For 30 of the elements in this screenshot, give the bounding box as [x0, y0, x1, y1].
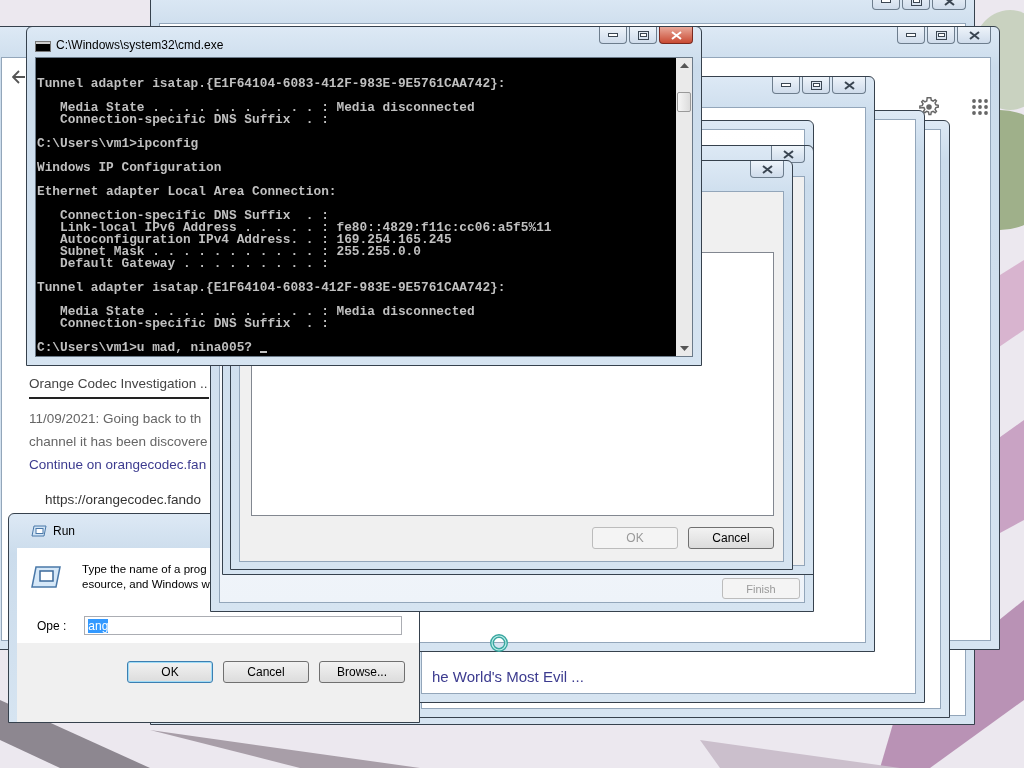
instruction-text: Type the name of a prog — [82, 562, 208, 577]
dialog-button[interactable]: Browse... — [319, 661, 405, 683]
console-line: C:\Users\vm1>u mad, nina005? — [37, 342, 253, 354]
open-label: Ope : — [37, 618, 67, 633]
url-text: https://orangecodec.fando — [45, 492, 203, 507]
console-line: Media State . . . . . . . . . . . : Media disconnected — [59, 102, 476, 114]
console-line: Media State . . . . . . . . . . . : Media disconnected — [59, 306, 476, 318]
console-line: Default Gateway . . . . . . . . . : — [59, 258, 330, 270]
console-line: Subnet Mask . . . . . . . . . . . : 255.255.0.0 — [59, 246, 422, 258]
result-title[interactable]: Orange Codec Investigation .. — [29, 376, 209, 399]
console-line: Autoconfiguration IPv4 Address. . : 169.254.165.245 — [59, 234, 453, 246]
window-title: Run — [53, 524, 75, 538]
console-line: Link-local IPv6 Address . . . . . : fe80::4829:f11c:cc06:a5f5%11 — [59, 222, 553, 234]
continue-link[interactable]: Continue on orangecodec.fan — [29, 457, 207, 472]
console-line: Ethernet adapter Local Area Connection: — [37, 186, 338, 198]
console-line: Tunnel adapter isatap.{E1F64104-6083-412F-983E-9E5761CAA742}: — [37, 78, 507, 90]
dialog-button[interactable]: Cancel — [688, 527, 774, 549]
console-line: Connection-specific DNS Suffix . : — [59, 114, 330, 126]
console-line: Windows IP Configuration — [37, 162, 223, 174]
result-snippet: channel it has been discovere — [29, 433, 209, 451]
console-line: Connection-specific DNS Suffix . : — [59, 210, 330, 222]
instruction-text: esource, and Windows w — [82, 577, 210, 592]
result-snippet: 11/09/2021: Going back to th — [29, 410, 203, 428]
window-title: C:\Windows\system32\cmd.exe — [56, 38, 224, 52]
console-line: C:\Users\vm1>ipconfig — [37, 138, 200, 150]
dialog-button[interactable]: OK — [127, 661, 213, 683]
console-line: Connection-specific DNS Suffix . : — [59, 318, 330, 330]
console-line: Tunnel adapter isatap.{E1F64104-6083-412F-983E-9E5761CAA742}: — [37, 282, 507, 294]
dialog-button[interactable]: Cancel — [223, 661, 309, 683]
result-link[interactable]: he World's Most Evil ... — [432, 668, 584, 685]
